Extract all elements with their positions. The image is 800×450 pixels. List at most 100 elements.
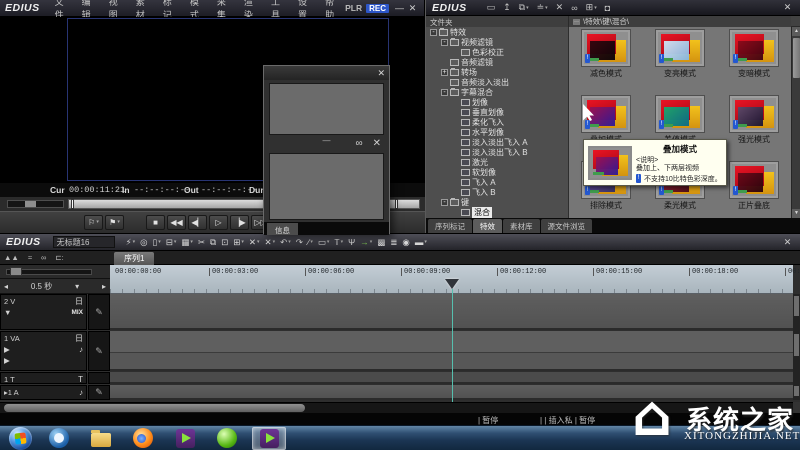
scroll-down-icon[interactable]: ▼	[792, 209, 800, 218]
cut-icon[interactable]: ✂	[197, 237, 206, 248]
link-icon[interactable]: ∞	[571, 2, 577, 13]
position-thumb-right[interactable]	[395, 199, 398, 209]
taskbar-edius-button[interactable]	[168, 427, 202, 450]
mark-in-flag-button[interactable]: ⚐▾	[84, 215, 103, 230]
delete-icon[interactable]: ✕	[556, 2, 564, 13]
tree-item[interactable]: 激光	[426, 157, 568, 167]
scrollbar-thumb[interactable]	[793, 38, 800, 78]
timeline-titlebar[interactable]: EDIUS 无标题16 ⚡▾◎▯▾⊟▾▦▾✂⧉⊡⊞▾✕▾✕▾↶▾↷∕▾▭▾T▾Ψ…	[0, 234, 800, 251]
tree-item[interactable]: 音频淡入淡出	[426, 77, 568, 87]
tab-bin[interactable]: 素材库	[503, 219, 540, 233]
ripple-mode-icon[interactable]: ▭▾	[317, 237, 331, 248]
zoom-value[interactable]: 0.5 秒	[31, 281, 52, 292]
export-project-icon[interactable]: ⊟▾	[165, 237, 178, 248]
start-button[interactable]	[6, 427, 34, 450]
taskbar-explorer-button[interactable]	[84, 427, 118, 450]
minimize-button[interactable]: —	[393, 3, 406, 13]
effect-thumbnail[interactable]: !	[582, 30, 630, 66]
shuttle-slider[interactable]	[7, 200, 64, 208]
scrollbar-thumb[interactable]	[794, 296, 799, 316]
new-clip-icon[interactable]: ▯▾	[152, 237, 162, 248]
razor-icon[interactable]: ∕▾	[307, 237, 314, 247]
shuttle-thumb[interactable]	[25, 201, 36, 207]
tree-item[interactable]: 水平划像	[426, 127, 568, 137]
rewind-button[interactable]: ◀◀	[167, 215, 186, 230]
mix-label[interactable]: MIX	[71, 309, 83, 316]
tree-item[interactable]: 飞入 A	[426, 177, 568, 187]
position-thumb[interactable]	[71, 199, 74, 209]
new-folder-icon[interactable]: ▭	[487, 2, 496, 13]
film-icon[interactable]: 日	[75, 296, 83, 307]
title-icon[interactable]: T▾	[333, 237, 344, 247]
delete-in-icon[interactable]: ✕▾	[248, 237, 261, 248]
scroll-up-icon[interactable]: ▲	[792, 27, 800, 36]
copy-icon[interactable]: ⧉	[209, 237, 217, 248]
tree-expander-icon[interactable]: -	[441, 89, 448, 96]
tree-expander-icon[interactable]: -	[441, 39, 448, 46]
panel-layout-icon[interactable]: ▬▾	[414, 237, 428, 247]
zoom-slider-thumb[interactable]	[10, 267, 22, 276]
arrow-icon[interactable]: ▶	[4, 356, 10, 365]
sort-icon[interactable]: ≐▾	[537, 2, 548, 13]
zoom-left-icon[interactable]: ◂	[4, 282, 8, 291]
tree-item[interactable]: 垂直划像	[426, 107, 568, 117]
move-up-icon[interactable]: ↥	[503, 2, 511, 13]
speaker-icon[interactable]: ♪	[79, 345, 83, 354]
play-button[interactable]: ▷	[209, 215, 228, 230]
redo-icon[interactable]: ↷	[295, 237, 304, 248]
title-track-icon[interactable]: T	[78, 375, 83, 384]
grid-icon[interactable]: ▩	[376, 237, 386, 248]
capture-icon[interactable]: ◎	[139, 237, 148, 248]
lock-icon[interactable]: ◘	[605, 2, 610, 13]
delete-out-icon[interactable]: ✕▾	[264, 237, 277, 248]
sync-mode-icon[interactable]: ▲▲	[4, 252, 19, 264]
tree-item[interactable]: 淡入淡出飞入 A	[426, 137, 568, 147]
divider-grip[interactable]: —	[323, 136, 331, 145]
speaker-icon[interactable]: ♪	[79, 388, 83, 397]
info-tab[interactable]: 信息	[267, 223, 298, 235]
track-patch-icon[interactable]: ⊏:	[55, 252, 63, 264]
view-mode-icon[interactable]: ⊞▾	[586, 2, 597, 13]
save-icon[interactable]: ▦▾	[180, 237, 194, 248]
film-icon[interactable]: 日	[75, 333, 83, 344]
taskbar-media-player-button[interactable]	[42, 427, 76, 450]
tree-item[interactable]: 色彩校正	[426, 47, 568, 57]
taskbar-browser-button[interactable]	[210, 427, 244, 450]
track-lock-strip[interactable]: ✎	[88, 331, 110, 371]
playhead-icon[interactable]	[445, 279, 459, 289]
paste-icon[interactable]: ⊡	[220, 237, 229, 248]
timeline-close-button[interactable]: ✕	[781, 237, 794, 248]
expand-track-icon[interactable]: ▼	[4, 308, 11, 317]
palette-close-button[interactable]: ✕	[781, 2, 794, 13]
render-export-icon[interactable]: →▾	[359, 237, 373, 247]
track-lock-strip[interactable]	[88, 372, 110, 384]
palette-titlebar[interactable]: EDIUS ▭↥⧉▾≐▾✕∞⊞▾◘ ✕	[426, 0, 800, 16]
tree-item[interactable]: -视频滤镜	[426, 37, 568, 47]
tree-item[interactable]: -特效	[426, 27, 568, 37]
add-effect-icon[interactable]: ⚡▾	[125, 237, 136, 248]
remove-icon[interactable]: ✕	[373, 139, 381, 149]
step-back-button[interactable]: ◀▏	[188, 215, 207, 230]
tree-expander-icon[interactable]: -	[430, 29, 437, 36]
dialog-titlebar[interactable]: ✕	[264, 66, 389, 80]
duplicate-icon[interactable]: ⧉▾	[519, 2, 529, 13]
step-forward-button[interactable]: ▕▶	[230, 215, 249, 230]
chain-icon[interactable]: ∞	[355, 139, 362, 149]
tree-item[interactable]: 软划像	[426, 167, 568, 177]
tree-item[interactable]: 音频滤镜	[426, 57, 568, 67]
palette-scrollbar[interactable]: ▲ ▼	[791, 27, 800, 218]
effect-thumbnail[interactable]: !	[730, 96, 778, 132]
audio-mixer-icon[interactable]: ≣	[389, 237, 398, 248]
zoom-caret-icon[interactable]: ▾	[75, 282, 79, 291]
arrow-icon[interactable]: ▶	[4, 345, 10, 354]
voiceover-icon[interactable]: Ψ	[347, 237, 356, 247]
tree-item[interactable]: -字幕混合	[426, 87, 568, 97]
track-header-1t[interactable]: 1 TT	[0, 372, 110, 384]
scrollbar-thumb[interactable]	[4, 404, 305, 412]
loop-icon[interactable]: ∞	[41, 252, 46, 264]
track-header-1a[interactable]: ▸1 A♪ ✎	[0, 385, 110, 400]
tree-item[interactable]: 划像	[426, 97, 568, 107]
effect-thumbnail[interactable]: !	[730, 162, 778, 198]
tree-item[interactable]: -键	[426, 197, 568, 207]
sequence-tab[interactable]: 序列1	[114, 252, 154, 265]
